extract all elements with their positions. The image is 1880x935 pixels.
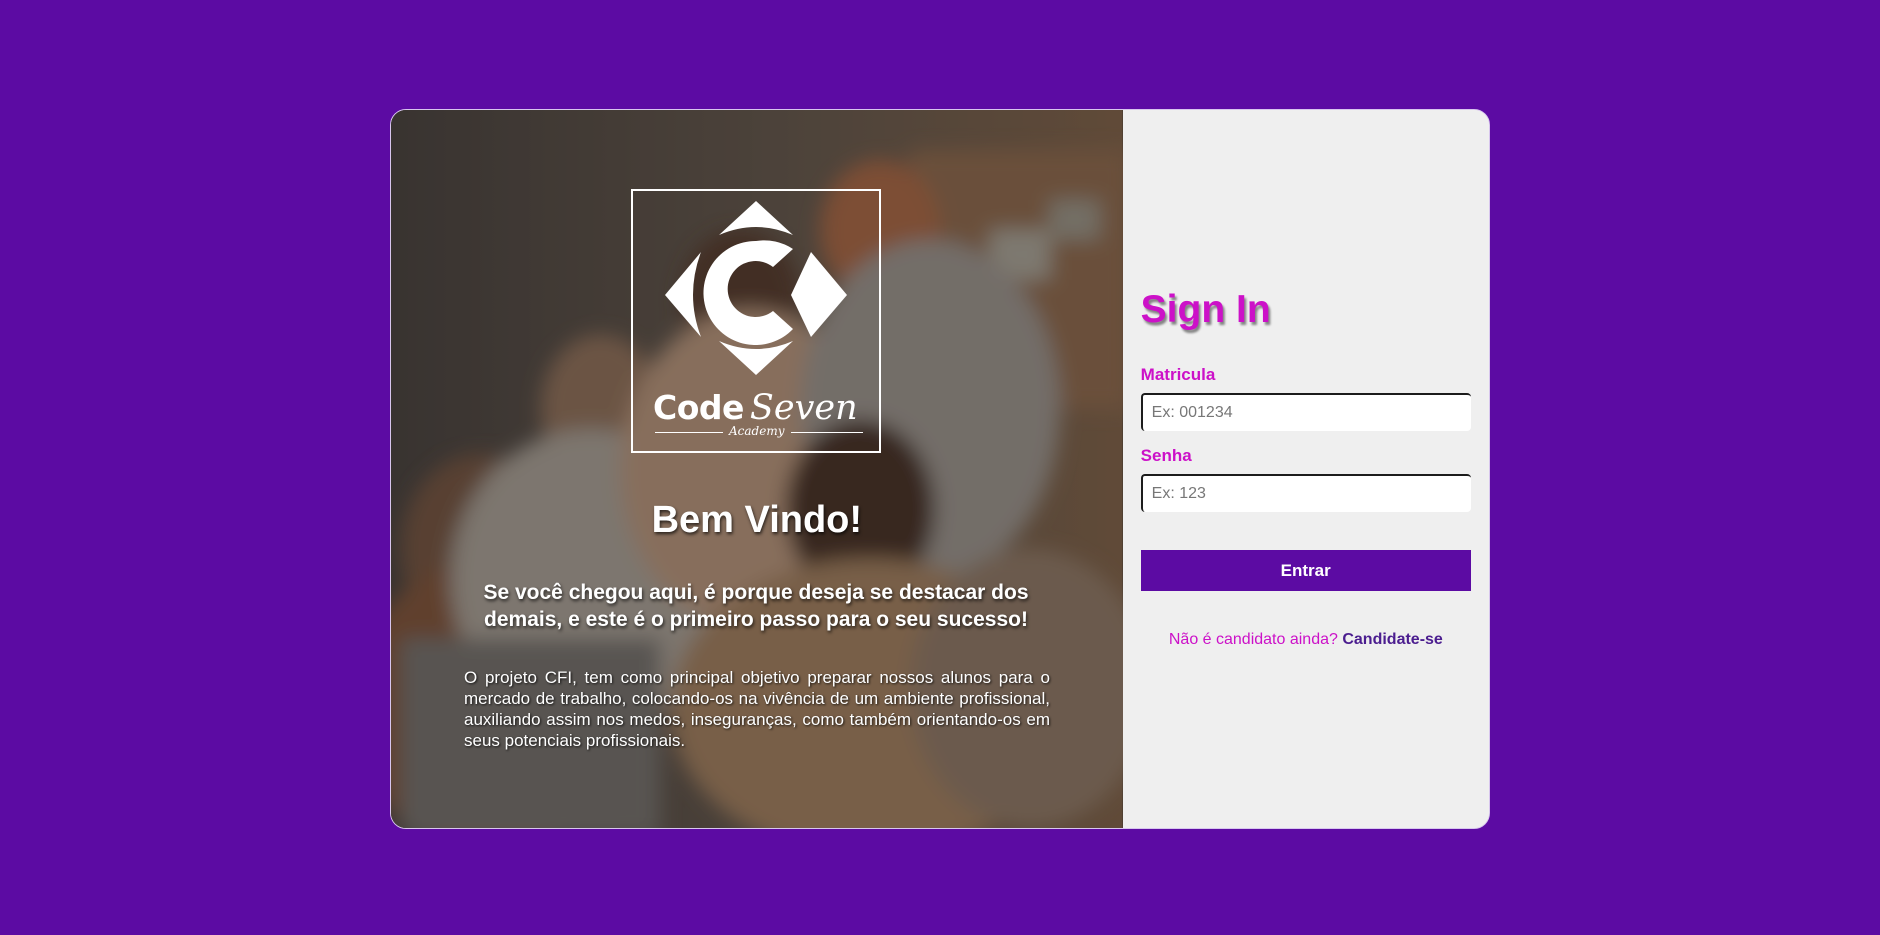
candidate-se-link[interactable]: Candidate-se: [1342, 631, 1442, 648]
code-seven-logo-icon: [665, 201, 847, 375]
senha-label: Senha: [1140, 446, 1192, 465]
sign-in-title: Sign In: [1140, 288, 1271, 331]
matricula-input[interactable]: [1140, 393, 1471, 431]
entrar-button[interactable]: Entrar: [1140, 550, 1471, 591]
sign-in-panel: Sign In Matricula Senha Entrar Não é can…: [1122, 110, 1489, 828]
logo-word-academy: Academy: [729, 424, 785, 438]
logo-word-seven: Seven: [749, 388, 858, 428]
logo-word-code: Code: [653, 388, 744, 427]
senha-input[interactable]: [1140, 474, 1471, 512]
signup-row: Não é candidato ainda? Candidate-se: [1123, 631, 1489, 649]
project-description: O projeto CFI, tem como principal objeti…: [464, 668, 1050, 750]
welcome-tagline: Se você chegou aqui, é porque deseja se …: [483, 581, 1029, 631]
welcome-heading: Bem Vindo!: [651, 499, 863, 541]
welcome-panel: Code Seven Academy Bem Vindo! Se você che…: [391, 110, 1123, 828]
logo-wordmark: Code Seven: [653, 388, 863, 428]
logo-divider-left: [655, 432, 723, 433]
matricula-label: Matricula: [1140, 365, 1216, 384]
logo-divider-right: [791, 432, 863, 433]
signup-prompt: Não é candidato ainda?: [1168, 631, 1338, 648]
login-card: Code Seven Academy Bem Vindo! Se você che…: [390, 109, 1490, 829]
code-seven-logo: Code Seven Academy: [631, 189, 881, 453]
